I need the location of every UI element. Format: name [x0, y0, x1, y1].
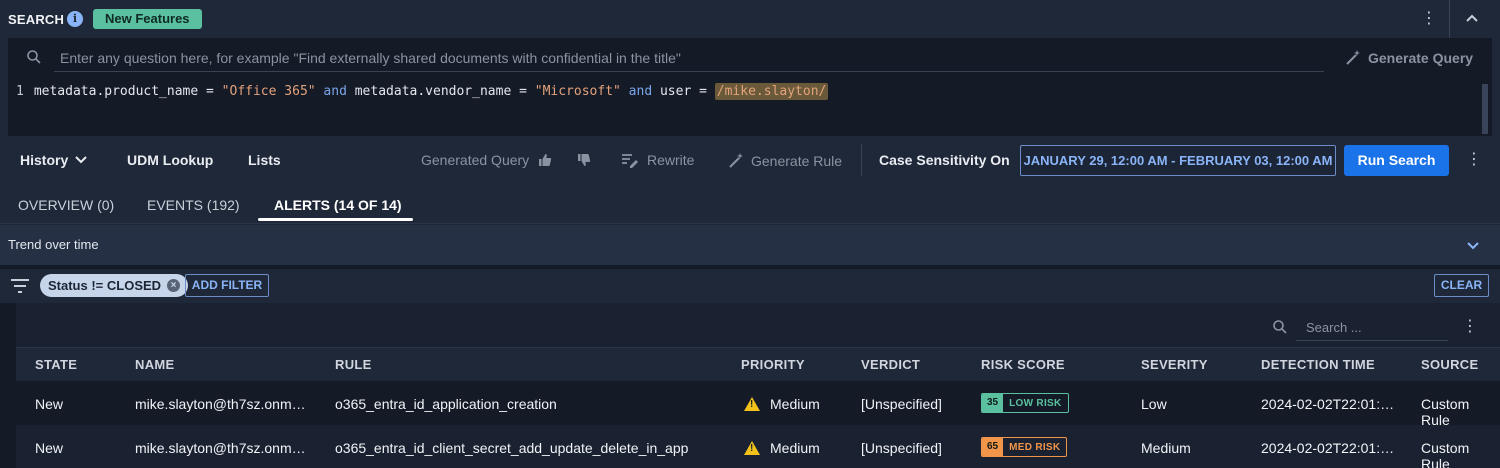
filter-chip-label: Status != CLOSED [48, 278, 162, 293]
code-string: "Office 365" [221, 84, 316, 99]
cell-detection-time: 2024-02-02T22:01:… [1261, 396, 1395, 412]
column-header-severity[interactable]: SEVERITY [1141, 357, 1208, 372]
cell-verdict: [Unspecified] [861, 440, 942, 456]
generate-rule-label: Generate Rule [751, 153, 843, 169]
risk-score-value: 65 [982, 438, 1004, 456]
priority-label: Medium [770, 396, 820, 412]
tab-alerts[interactable]: ALERTS (14 OF 14) [274, 197, 402, 213]
date-range-picker[interactable]: JANUARY 29, 12:00 AM - FEBRUARY 03, 12:0… [1020, 145, 1336, 176]
risk-score-badge: 35 LOW RISK [981, 393, 1069, 413]
column-header-priority[interactable]: PRIORITY [741, 357, 805, 372]
generate-query-button[interactable]: Generate Query [1344, 48, 1473, 68]
edit-note-icon [622, 154, 638, 168]
column-header-verdict[interactable]: VERDICT [861, 357, 920, 372]
chevron-down-icon [75, 156, 87, 164]
column-header-name[interactable]: NAME [135, 357, 174, 372]
risk-score-badge: 65 MED RISK [981, 437, 1068, 457]
column-header-detection-time[interactable]: DETECTION TIME [1261, 357, 1375, 372]
trend-over-time-panel[interactable] [0, 225, 1500, 265]
magic-wand-icon [729, 153, 743, 168]
table-search-input[interactable] [1296, 314, 1448, 341]
trend-over-time-label: Trend over time [8, 237, 99, 252]
cell-rule[interactable]: o365_entra_id_application_creation [335, 396, 557, 412]
lists-button[interactable]: Lists [248, 152, 281, 168]
code-keyword: and [315, 84, 355, 99]
chevron-down-icon[interactable] [1465, 237, 1481, 253]
cell-name[interactable]: mike.slayton@th7sz.onm… [135, 440, 306, 456]
generated-query-label: Generated Query [421, 152, 530, 168]
tab-events[interactable]: EVENTS (192) [147, 197, 240, 213]
cell-priority: Medium [744, 396, 820, 412]
add-filter-button[interactable]: ADD FILTER [185, 274, 269, 297]
info-icon[interactable]: i [67, 11, 83, 27]
cell-source: Custom Rule [1421, 440, 1470, 468]
warning-icon [744, 441, 760, 455]
cell-state: New [35, 396, 64, 412]
thumb-down-icon[interactable] [576, 152, 592, 168]
column-header-source[interactable]: SOURCE [1421, 357, 1478, 372]
header-divider [1449, 0, 1450, 38]
column-header-rule[interactable]: RULE [335, 357, 372, 372]
cell-severity: Medium [1141, 440, 1191, 456]
cell-severity: Low [1141, 396, 1167, 412]
page-title: SEARCH [8, 12, 65, 27]
code-token: metadata.product_name = [33, 84, 222, 99]
run-search-button[interactable]: Run Search [1344, 145, 1449, 176]
udm-lookup-button[interactable]: UDM Lookup [127, 152, 213, 168]
code-token: user = [659, 84, 715, 99]
risk-score-value: 35 [982, 394, 1004, 412]
clear-filters-button[interactable]: CLEAR [1434, 274, 1489, 297]
more-vert-icon[interactable]: ⋮ [1462, 318, 1478, 336]
cell-rule[interactable]: o365_entra_id_client_secret_add_update_d… [335, 440, 688, 456]
code-token: metadata.vendor_name = [354, 84, 535, 99]
priority-label: Medium [770, 440, 820, 456]
thumb-up-icon[interactable] [537, 152, 553, 168]
chevron-up-icon[interactable] [1464, 10, 1480, 26]
cell-detection-time: 2024-02-02T22:01:… [1261, 440, 1395, 456]
cell-state: New [35, 440, 64, 456]
code-keyword: and [620, 84, 660, 99]
code-regex: /mike.slayton/ [714, 83, 829, 100]
history-dropdown[interactable]: History [20, 152, 88, 168]
history-label: History [20, 152, 69, 168]
magic-wand-icon [1346, 50, 1360, 65]
new-features-badge[interactable]: New Features [93, 9, 202, 29]
generate-rule-button[interactable]: Generate Rule [727, 152, 842, 170]
cell-name[interactable]: mike.slayton@th7sz.onm… [135, 396, 306, 412]
cell-source: Custom Rule [1421, 396, 1470, 428]
close-icon[interactable]: × [167, 279, 181, 292]
editor-scrollbar[interactable] [1482, 84, 1488, 134]
rewrite-button[interactable]: Rewrite [621, 152, 694, 168]
tab-overview[interactable]: OVERVIEW (0) [18, 197, 114, 213]
generate-query-label: Generate Query [1368, 50, 1474, 66]
toolbar-divider [861, 144, 862, 176]
column-header-state[interactable]: STATE [35, 357, 77, 372]
rewrite-label: Rewrite [647, 152, 695, 168]
risk-level-label: MED RISK [1009, 441, 1061, 453]
natural-language-query-input[interactable] [54, 44, 1324, 72]
cell-priority: Medium [744, 440, 820, 456]
left-gutter [0, 303, 16, 468]
search-icon [27, 50, 41, 64]
case-sensitivity-toggle[interactable]: Case Sensitivity On [879, 152, 1010, 168]
code-string: "Microsoft" [534, 84, 621, 99]
risk-level-label: LOW RISK [1009, 397, 1062, 409]
status-filter-chip[interactable]: Status != CLOSED × [40, 274, 189, 297]
warning-icon [744, 397, 760, 411]
line-number: 1 [16, 84, 24, 99]
more-vert-icon[interactable]: ⋮ [1466, 151, 1482, 169]
cell-verdict: [Unspecified] [861, 396, 942, 412]
search-header [0, 0, 1500, 38]
more-vert-icon[interactable]: ⋮ [1421, 10, 1437, 28]
udm-query-code[interactable]: 1 metadata.product_name = "Office 365" an… [16, 83, 829, 100]
search-icon [1273, 320, 1287, 334]
filter-icon[interactable] [10, 278, 30, 294]
active-tab-indicator [258, 218, 413, 221]
column-header-risk-score[interactable]: RISK SCORE [981, 357, 1065, 372]
